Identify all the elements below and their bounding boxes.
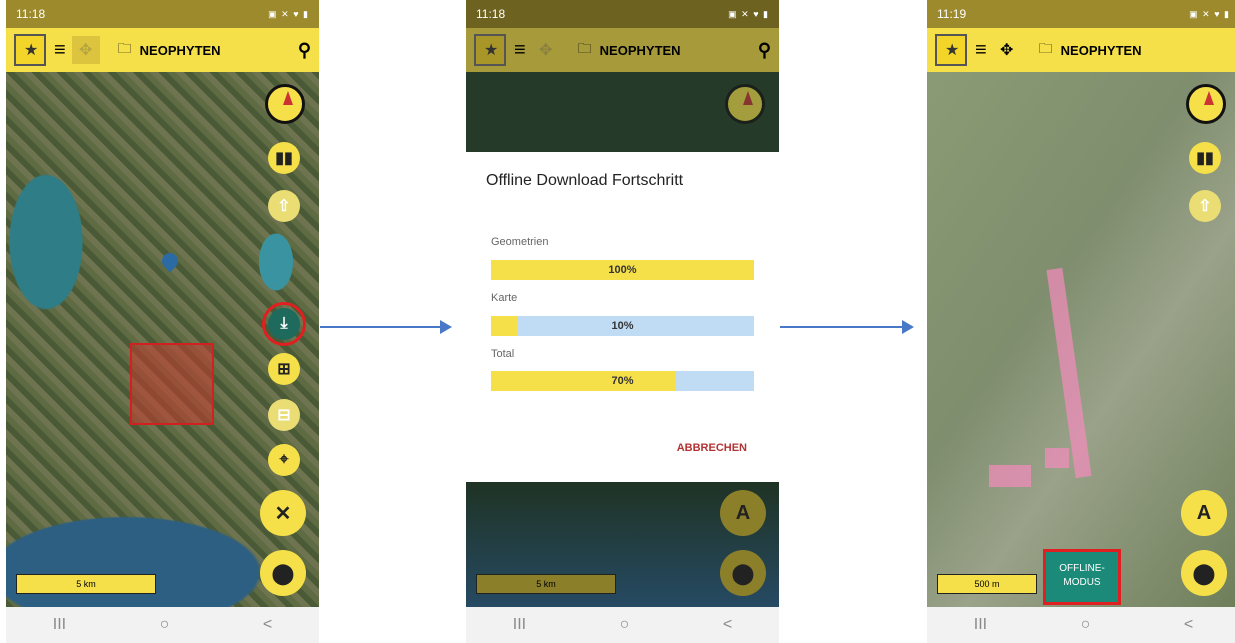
progress-label-karte: Karte (491, 292, 518, 304)
menu-icon[interactable]: ≡ (975, 39, 987, 62)
project-title[interactable]: NEOPHYTEN (140, 43, 221, 58)
compass-icon[interactable] (265, 84, 305, 124)
download-area-selection[interactable] (130, 343, 214, 425)
app-logo-icon (474, 34, 506, 66)
project-title: NEOPHYTEN (599, 42, 681, 58)
map-scale: 500 m (937, 574, 1037, 594)
system-nav-bar: III ○ < (466, 607, 779, 643)
move-icon: ✥ (538, 42, 553, 59)
back-button[interactable]: < (723, 616, 732, 634)
folder-icon[interactable]: 🗀 (118, 38, 132, 62)
system-nav-bar: III ○ < (6, 607, 319, 643)
status-icons: ▣ ✕ ♥ ▮ (268, 8, 309, 19)
progress-percent: 70% (611, 375, 634, 387)
recents-button[interactable]: III (974, 616, 987, 634)
close-button[interactable]: ✕ (260, 490, 306, 536)
dialog-title: Offline Download Fortschritt (486, 172, 684, 189)
search-icon[interactable]: ⚲ (298, 40, 311, 61)
home-button[interactable]: ○ (620, 616, 630, 634)
map-layers-button[interactable]: ▮▮ (1189, 142, 1221, 174)
folder-icon: 🗀 (577, 40, 592, 56)
progress-bar-karte: 10% (491, 316, 754, 336)
status-icons: ▣ ✕ ♥ ▮ (728, 8, 769, 19)
back-button[interactable]: < (263, 616, 272, 634)
offline-label-line1: OFFLINE- (1059, 563, 1105, 574)
progress-bar-geometrien: 100% (491, 260, 754, 280)
app-logo-icon[interactable] (935, 34, 967, 66)
compass-icon (725, 84, 765, 124)
neophyte-area[interactable] (1045, 448, 1069, 468)
neophyte-area[interactable] (989, 465, 1031, 487)
back-button[interactable]: < (1184, 616, 1193, 634)
app-bar: ≡ ✥ 🗀 NEOPHYTEN ⚲ (466, 28, 779, 72)
progress-percent: 100% (608, 264, 637, 276)
folder-icon[interactable]: 🗀 (1039, 38, 1053, 62)
app-bar: ≡ ✥ 🗀 NEOPHYTEN (927, 28, 1235, 72)
phone-screen-download-dialog: 11:18 ▣ ✕ ♥ ▮ ≡ ✥ 🗀 NEOPHYTEN ⚲ Offline … (466, 0, 779, 643)
status-bar: 11:18 ▣ ✕ ♥ ▮ (6, 0, 319, 28)
status-icons: ▣ ✕ ♥ ▮ (1189, 8, 1230, 19)
progress-label-geometrien: Geometrien (491, 236, 549, 248)
upload-button[interactable]: ⇧ (1189, 190, 1221, 222)
system-nav-bar: III ○ < (927, 607, 1235, 643)
add-point-button: ⬤ (720, 550, 766, 596)
status-time: 11:19 (937, 7, 967, 21)
download-highlight-ring (262, 302, 306, 346)
progress-percent: 10% (611, 320, 634, 332)
cancel-button[interactable]: ABBRECHEN (677, 442, 747, 454)
antenna-button[interactable]: A (1181, 490, 1227, 536)
status-bar: 11:19 ▣ ✕ ♥ ▮ (927, 0, 1235, 28)
home-button[interactable]: ○ (1081, 616, 1091, 634)
locate-button[interactable]: ⌖ (268, 444, 300, 476)
home-button[interactable]: ○ (160, 616, 170, 634)
add-point-button[interactable]: ⬤ (260, 550, 306, 596)
offline-mode-badge[interactable]: OFFLINE- MODUS (1043, 549, 1121, 605)
offline-label-line2: MODUS (1063, 577, 1101, 588)
status-time: 11:18 (16, 7, 46, 21)
move-icon[interactable]: ✥ (71, 36, 100, 64)
flow-arrow (780, 320, 914, 334)
antenna-button: A (720, 490, 766, 536)
zoom-in-button[interactable]: ⊞ (268, 353, 300, 385)
add-point-button[interactable]: ⬤ (1181, 550, 1227, 596)
menu-icon: ≡ (514, 38, 526, 61)
flow-arrow (320, 320, 452, 334)
status-bar: 11:18 ▣ ✕ ♥ ▮ (466, 0, 779, 28)
search-icon: ⚲ (757, 39, 771, 60)
zoom-out-button[interactable]: ⊟ (268, 399, 300, 431)
project-title[interactable]: NEOPHYTEN (1061, 43, 1142, 58)
map-scale: 5 km (476, 574, 616, 594)
phone-screen-offline: 11:19 ▣ ✕ ♥ ▮ ≡ ✥ 🗀 NEOPHYTEN ▮▮ ⇧ A ⬤ 5… (927, 0, 1235, 643)
upload-button[interactable]: ⇧ (268, 190, 300, 222)
app-logo-icon[interactable] (14, 34, 46, 66)
progress-bar-total: 70% (491, 371, 754, 391)
phone-screen-map: 11:18 ▣ ✕ ♥ ▮ ≡ ✥ 🗀 NEOPHYTEN ⚲ ▮▮ ⇧ ⤓ ⊞… (6, 0, 319, 643)
progress-label-total: Total (491, 348, 515, 360)
recents-button[interactable]: III (53, 616, 66, 634)
app-bar: ≡ ✥ 🗀 NEOPHYTEN ⚲ (6, 28, 319, 72)
compass-icon[interactable] (1186, 84, 1226, 124)
menu-icon[interactable]: ≡ (54, 39, 66, 62)
progress-dialog: Offline Download Fortschritt Geometrien … (466, 152, 779, 482)
map-layers-button[interactable]: ▮▮ (268, 142, 300, 174)
recents-button[interactable]: III (513, 616, 526, 634)
move-icon[interactable]: ✥ (993, 36, 1021, 64)
status-time: 11:18 (476, 7, 506, 21)
map-scale: 5 km (16, 574, 156, 594)
